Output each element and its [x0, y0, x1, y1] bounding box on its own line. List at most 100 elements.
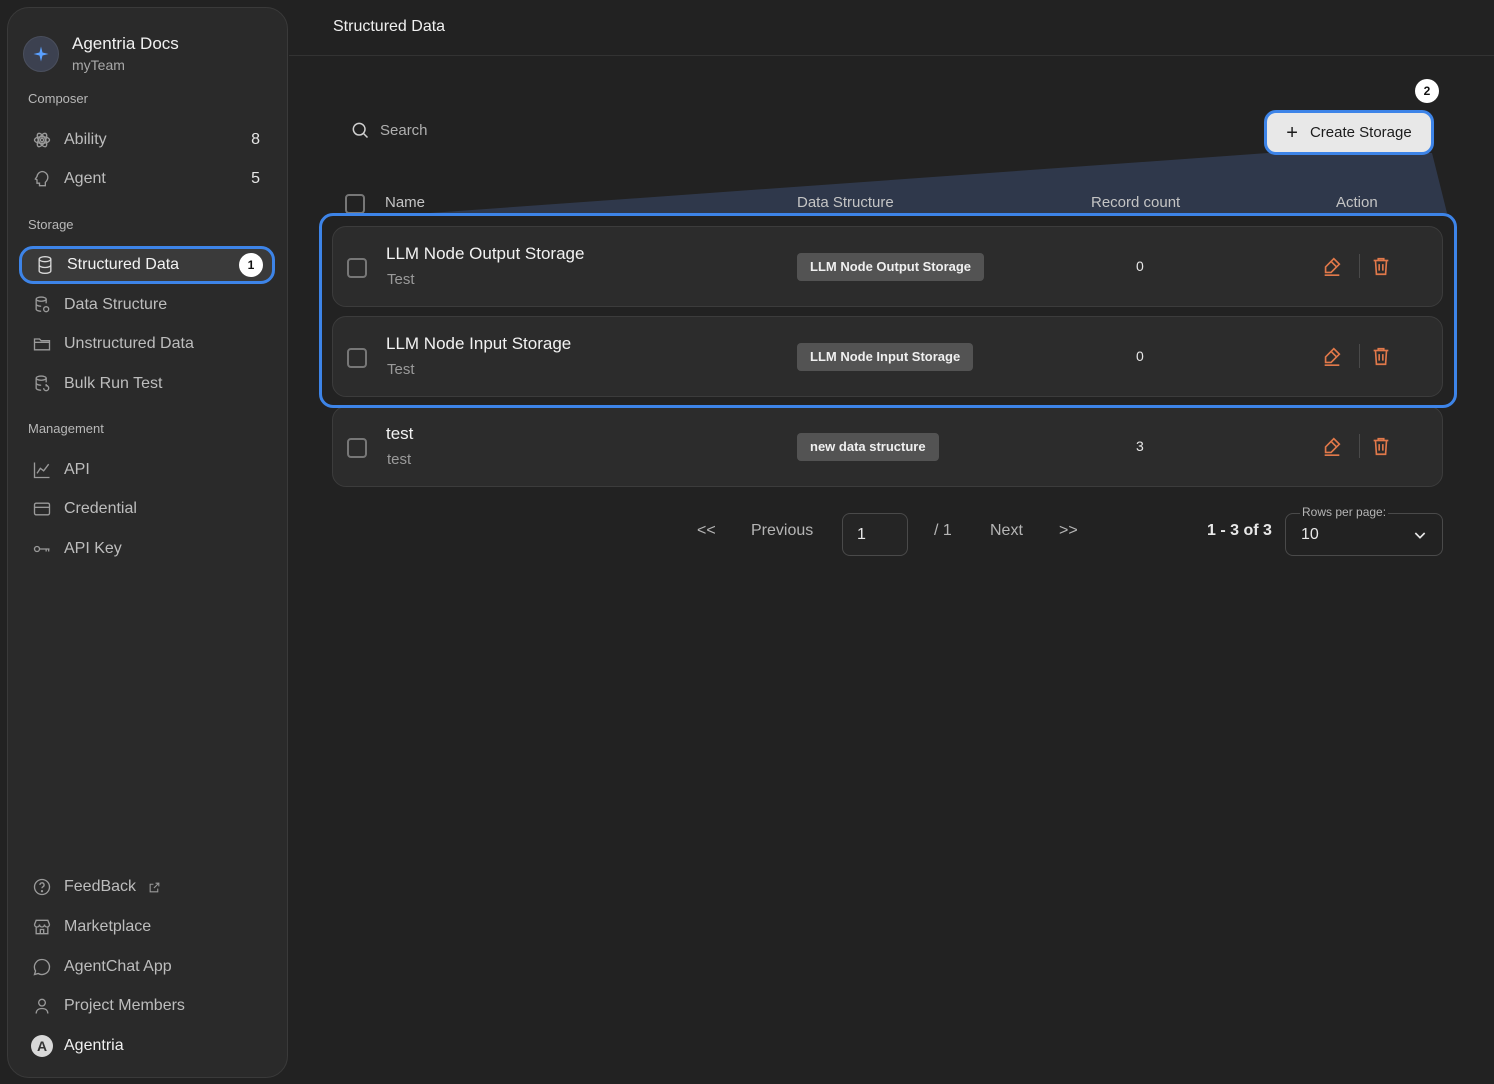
sidebar-item-label: Data Structure — [64, 296, 168, 313]
sidebar-item-label: Structured Data — [67, 256, 180, 273]
search-placeholder: Search — [380, 121, 428, 139]
brand-team: myTeam — [72, 57, 125, 73]
trash-icon[interactable] — [1370, 345, 1392, 372]
action-divider — [1359, 344, 1360, 368]
brand-logo-icon — [23, 36, 59, 72]
table-row[interactable]: test test new data structure 3 — [332, 406, 1443, 487]
edit-icon[interactable] — [1321, 255, 1343, 282]
column-header-action: Action — [1336, 194, 1378, 211]
table-row[interactable]: LLM Node Input Storage Test LLM Node Inp… — [332, 316, 1443, 397]
trash-icon[interactable] — [1370, 255, 1392, 282]
sidebar-item-label: Agentria — [64, 1037, 124, 1054]
sidebar-item-count: 5 — [251, 170, 260, 187]
row-name: test — [386, 424, 414, 443]
key-icon — [31, 538, 53, 560]
header: Structured Data — [289, 0, 1494, 56]
trash-icon[interactable] — [1370, 435, 1392, 462]
rows-per-page-select[interactable]: 10 — [1285, 513, 1443, 556]
brand-title: Agentria Docs — [72, 34, 179, 53]
step-badge-1: 1 — [239, 253, 263, 277]
row-checkbox[interactable] — [347, 438, 367, 458]
page-title: Structured Data — [333, 18, 446, 35]
next-page-button[interactable]: Next — [990, 522, 1023, 540]
sidebar-item-label: API Key — [64, 540, 122, 557]
row-description: test — [387, 451, 412, 468]
section-label-management: Management — [28, 421, 104, 436]
row-checkbox[interactable] — [347, 258, 367, 278]
sidebar-item-label: Marketplace — [64, 918, 152, 935]
sidebar-item-bulk-run-test[interactable]: Bulk Run Test — [19, 365, 275, 403]
sidebar: Agentria Docs myTeam Composer Ability 8 … — [7, 7, 288, 1078]
store-icon — [31, 916, 53, 938]
sidebar-item-agent[interactable]: Agent 5 — [19, 160, 275, 198]
sidebar-item-label: Ability — [64, 131, 107, 148]
column-header-name[interactable]: Name — [385, 194, 425, 211]
first-page-button[interactable]: << — [697, 522, 716, 540]
external-link-icon — [148, 881, 161, 894]
select-all-checkbox[interactable] — [345, 194, 365, 214]
row-name: LLM Node Output Storage — [386, 244, 585, 263]
record-count: 3 — [1136, 438, 1144, 454]
row-checkbox[interactable] — [347, 348, 367, 368]
create-storage-label: Create Storage — [1309, 124, 1412, 141]
data-structure-icon — [31, 294, 53, 316]
action-divider — [1359, 254, 1360, 278]
sidebar-item-label: Agent — [64, 170, 106, 187]
total-pages: / 1 — [934, 522, 952, 539]
row-description: Test — [387, 271, 415, 288]
card-icon — [31, 498, 53, 520]
search-input[interactable]: Search — [350, 120, 428, 140]
sidebar-item-label: Bulk Run Test — [64, 375, 163, 392]
column-header-record-count[interactable]: Record count — [1091, 194, 1180, 211]
plus-icon: + — [1286, 121, 1298, 144]
sidebar-item-label: Credential — [64, 500, 137, 517]
page-number-input[interactable]: 1 — [842, 513, 908, 556]
range-indicator: 1 - 3 of 3 — [1207, 522, 1272, 539]
step-badge-2: 2 — [1415, 79, 1439, 103]
avatar: A — [31, 1035, 53, 1057]
data-structure-tag: LLM Node Input Storage — [797, 343, 974, 371]
folder-icon — [31, 333, 53, 355]
sidebar-item-unstructured-data[interactable]: Unstructured Data — [19, 325, 275, 363]
row-description: Test — [387, 361, 415, 378]
sidebar-item-label: AgentChat App — [64, 958, 172, 975]
brand[interactable]: Agentria Docs myTeam — [23, 34, 179, 74]
section-label-composer: Composer — [28, 91, 88, 106]
create-storage-button[interactable]: + Create Storage — [1264, 110, 1434, 155]
data-structure-tag: new data structure — [797, 433, 939, 461]
sidebar-item-label: Unstructured Data — [64, 335, 194, 352]
sidebar-item-agentchat-app[interactable]: AgentChat App — [19, 948, 275, 986]
chevron-down-icon — [1412, 527, 1428, 548]
sidebar-item-label: FeedBack — [64, 878, 137, 895]
sidebar-item-marketplace[interactable]: Marketplace — [19, 908, 275, 946]
database-icon — [34, 254, 56, 276]
rows-per-page-label: Rows per page: — [1300, 505, 1389, 519]
bulk-run-icon — [31, 373, 53, 395]
previous-page-button[interactable]: Previous — [751, 522, 813, 540]
chat-icon — [31, 956, 53, 978]
agent-icon — [31, 168, 53, 190]
record-count: 0 — [1136, 258, 1144, 274]
sidebar-item-feedback[interactable]: FeedBack — [19, 868, 275, 906]
last-page-button[interactable]: >> — [1059, 522, 1078, 540]
sidebar-item-label: API — [64, 461, 90, 478]
edit-icon[interactable] — [1321, 435, 1343, 462]
row-name: LLM Node Input Storage — [386, 334, 572, 353]
table-row[interactable]: LLM Node Output Storage Test LLM Node Ou… — [332, 226, 1443, 307]
sidebar-item-api[interactable]: API — [19, 451, 275, 489]
sidebar-item-credential[interactable]: Credential — [19, 490, 275, 528]
column-header-data-structure[interactable]: Data Structure — [797, 194, 894, 211]
search-icon — [350, 120, 370, 140]
record-count: 0 — [1136, 348, 1144, 364]
section-label-storage: Storage — [28, 217, 74, 232]
sidebar-item-ability[interactable]: Ability 8 — [19, 121, 275, 159]
rows-per-page-value: 10 — [1301, 526, 1319, 543]
data-structure-tag: LLM Node Output Storage — [797, 253, 985, 281]
sidebar-item-data-structure[interactable]: Data Structure — [19, 286, 275, 324]
edit-icon[interactable] — [1321, 345, 1343, 372]
sidebar-item-project-members[interactable]: Project Members — [19, 987, 275, 1025]
sidebar-item-api-key[interactable]: API Key — [19, 530, 275, 568]
help-icon — [31, 876, 53, 898]
sidebar-item-account[interactable]: A Agentria — [19, 1027, 275, 1065]
sidebar-item-structured-data[interactable]: Structured Data 1 — [19, 246, 275, 284]
